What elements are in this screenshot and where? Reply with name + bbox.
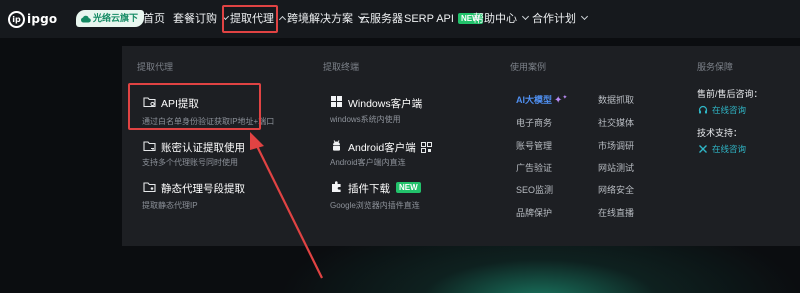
menu-item-desc: 支持多个代理账号同时使用 xyxy=(142,158,238,167)
headset-icon xyxy=(698,105,708,114)
logo-mark: ip xyxy=(8,10,25,28)
tech-consult-link[interactable]: 在线咨询 xyxy=(698,143,746,155)
brand-logo[interactable]: ip ipgo xyxy=(8,10,57,28)
tech-support-label: 技术支持： xyxy=(697,128,743,138)
use-case-network-security[interactable]: 网络安全 xyxy=(598,183,634,196)
nav-cloud-server[interactable]: 云服务器 xyxy=(359,0,403,38)
menu-item-desc: windows系统内使用 xyxy=(330,115,401,124)
use-case-ecommerce[interactable]: 电子商务 xyxy=(516,116,552,129)
brand-badge-text: 光络云旗下 xyxy=(93,13,139,23)
nav-partner[interactable]: 合作计划 xyxy=(532,0,589,38)
menu-item-account-auth[interactable]: 账密认证提取使用 xyxy=(161,140,245,155)
nav-cross-border[interactable]: 跨境解决方案 xyxy=(287,0,366,38)
col-title-use-cases: 使用案例 xyxy=(510,62,547,72)
col-title-service: 服务保障 xyxy=(697,62,734,72)
use-case-data-scraping[interactable]: 数据抓取 xyxy=(598,93,634,106)
use-case-ai-model[interactable]: AI大模型 ✦✦ xyxy=(516,93,567,106)
nav-help[interactable]: 帮助中心 xyxy=(473,0,530,38)
menu-item-windows-client[interactable]: Windows客户端 xyxy=(348,96,422,111)
use-case-account-mgmt[interactable]: 账号管理 xyxy=(516,139,552,152)
use-case-market-research[interactable]: 市场调研 xyxy=(598,139,634,152)
use-case-label: AI大模型 xyxy=(516,95,553,105)
menu-item-android-client[interactable]: Android客户端 xyxy=(348,140,432,155)
nav-serp-api[interactable]: SERP API NEW xyxy=(404,0,483,38)
use-case-seo[interactable]: SEO监测 xyxy=(516,183,553,196)
use-case-web-testing[interactable]: 网站测试 xyxy=(598,161,634,174)
qr-code-icon[interactable] xyxy=(420,142,432,153)
menu-item-desc: 提取静态代理IP xyxy=(142,201,198,210)
nav-plans-label: 套餐订购 xyxy=(173,13,217,25)
brand-badge: 光络云旗下 xyxy=(76,10,145,27)
use-case-live-streaming[interactable]: 在线直播 xyxy=(598,206,634,219)
use-case-social-media[interactable]: 社交媒体 xyxy=(598,116,634,129)
presale-label: 售前/售后咨询： xyxy=(697,89,763,99)
highlight-box-api xyxy=(128,83,261,130)
tech-link-text: 在线咨询 xyxy=(712,144,747,154)
nav-plans[interactable]: 套餐订购 xyxy=(173,0,230,38)
nav-cross-border-label: 跨境解决方案 xyxy=(287,13,353,25)
nav-help-label: 帮助中心 xyxy=(473,13,517,25)
folder-key-icon xyxy=(143,141,156,152)
nav-home[interactable]: 首页 xyxy=(143,0,165,38)
nav-serp-label: SERP API xyxy=(404,13,454,25)
menu-item-desc: Android客户端内直连 xyxy=(330,158,406,167)
menu-item-desc: Google浏览器内插件直连 xyxy=(330,201,420,210)
menu-item-static-segment[interactable]: 静态代理号段提取 xyxy=(161,181,245,196)
nav-partner-label: 合作计划 xyxy=(532,13,576,25)
chevron-up-icon xyxy=(278,15,287,24)
chevron-down-icon xyxy=(521,12,530,21)
new-badge: NEW xyxy=(396,182,421,193)
android-client-label: Android客户端 xyxy=(348,142,416,154)
sparkle-icon: ✦ xyxy=(562,95,568,101)
tools-icon xyxy=(699,145,707,153)
menu-item-plugin-download[interactable]: 插件下载 NEW xyxy=(348,181,421,196)
chevron-down-icon xyxy=(580,12,589,21)
top-nav-bar: ip ipgo 光络云旗下 首页 套餐订购 提取代理 跨境解决方案 云服务器 S… xyxy=(0,0,800,38)
windows-icon xyxy=(331,96,342,107)
use-case-brand-protection[interactable]: 品牌保护 xyxy=(516,206,552,219)
plugin-icon xyxy=(332,181,341,192)
col-title-extract: 提取代理 xyxy=(137,62,174,72)
col-title-terminal: 提取终端 xyxy=(323,62,360,72)
highlight-box-nav xyxy=(222,5,278,33)
use-case-ad-verification[interactable]: 广告验证 xyxy=(516,161,552,174)
cloud-icon xyxy=(80,15,91,23)
folder-settings-icon xyxy=(143,182,156,193)
logo-text: ipgo xyxy=(27,12,58,26)
presale-link-text: 在线咨询 xyxy=(712,105,747,115)
presale-consult-link[interactable]: 在线咨询 xyxy=(698,104,746,116)
android-icon xyxy=(333,140,340,151)
plugin-download-label: 插件下载 xyxy=(348,183,390,195)
